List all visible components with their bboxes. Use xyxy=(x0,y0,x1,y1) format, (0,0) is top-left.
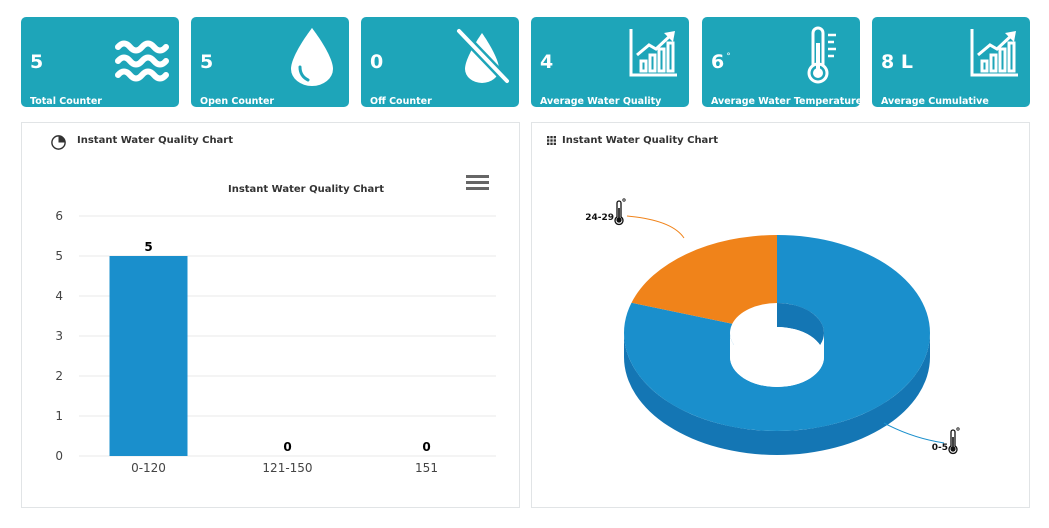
water-waves-icon xyxy=(115,40,169,82)
thermometer-icon xyxy=(614,198,626,226)
pie-chart: 24-29 0-5 xyxy=(585,198,960,455)
thermometer-icon xyxy=(948,427,960,455)
bar-data-label: 0 xyxy=(283,440,291,454)
bar-chart-panel: Instant Water Quality Chart Instant Wate… xyxy=(21,122,520,508)
panel-header: Instant Water Quality Chart xyxy=(22,123,519,157)
y-tick-label: 2 xyxy=(55,369,63,383)
y-tick-label: 5 xyxy=(55,249,63,263)
grid-icon xyxy=(547,136,556,145)
card-label: Average Cumulative xyxy=(881,96,989,107)
pie-chart-panel: Instant Water Quality Chart 24-29 0-5 xyxy=(531,122,1030,508)
card-value: 5 xyxy=(200,51,214,73)
pie-label: 24-29 xyxy=(585,213,614,223)
card-value: 4 xyxy=(540,51,554,73)
chart-title: Instant Water Quality Chart xyxy=(228,184,384,195)
x-tick-label: 121-150 xyxy=(262,461,312,475)
bar-data-label: 5 xyxy=(144,240,152,254)
hamburger-menu-icon[interactable] xyxy=(466,175,489,190)
degree-unit: ° xyxy=(726,52,731,62)
water-drop-off-icon xyxy=(455,27,511,85)
pie-label: 0-5 xyxy=(932,443,948,453)
panel-header: Instant Water Quality Chart xyxy=(532,123,1029,157)
card-label: Open Counter xyxy=(200,96,275,107)
thermometer-icon xyxy=(807,26,836,84)
panel-title: Instant Water Quality Chart xyxy=(562,135,719,146)
bar-data-label: 0 xyxy=(422,440,430,454)
growth-chart-icon xyxy=(970,29,1018,77)
card-label: Average Water Temperature xyxy=(711,96,863,107)
card-label: Off Counter xyxy=(370,96,432,107)
water-drop-icon xyxy=(291,28,333,86)
growth-chart-icon xyxy=(629,29,677,77)
pie-connector xyxy=(883,422,945,444)
y-tick-label: 3 xyxy=(55,329,63,343)
y-tick-label: 1 xyxy=(55,409,63,423)
x-tick-label: 151 xyxy=(415,461,438,475)
bar xyxy=(109,256,188,456)
stat-card-average-water-temperature[interactable]: 6 ° Average Water Temperature xyxy=(702,17,863,107)
card-value: 8 L xyxy=(881,51,913,73)
bar-chart: Instant Water Quality Chart 0 1 2 3 4 5 6 5 0-1… xyxy=(55,175,496,475)
pie-chart-icon xyxy=(51,135,66,150)
stat-card-average-cumulative[interactable]: 8 L Average Cumulative xyxy=(872,17,1030,107)
y-tick-label: 6 xyxy=(55,209,63,223)
y-tick-label: 4 xyxy=(55,289,63,303)
card-value: 6 ° xyxy=(711,51,731,73)
stat-card-open-counter[interactable]: 5 Open Counter xyxy=(191,17,349,107)
card-label: Total Counter xyxy=(30,96,102,107)
panel-title: Instant Water Quality Chart xyxy=(77,135,234,146)
stat-card-average-water-quality[interactable]: 4 Average Water Quality xyxy=(531,17,689,107)
y-tick-label: 0 xyxy=(55,449,63,463)
pie-connector xyxy=(626,215,685,239)
stat-card-off-counter[interactable]: 0 Off Counter xyxy=(361,17,519,107)
x-tick-label: 0-120 xyxy=(131,461,166,475)
card-value: 0 xyxy=(370,51,384,73)
card-value: 5 xyxy=(30,51,44,73)
card-label: Average Water Quality xyxy=(540,96,662,107)
stat-card-total-counter[interactable]: 5 Total Counter xyxy=(21,17,179,107)
